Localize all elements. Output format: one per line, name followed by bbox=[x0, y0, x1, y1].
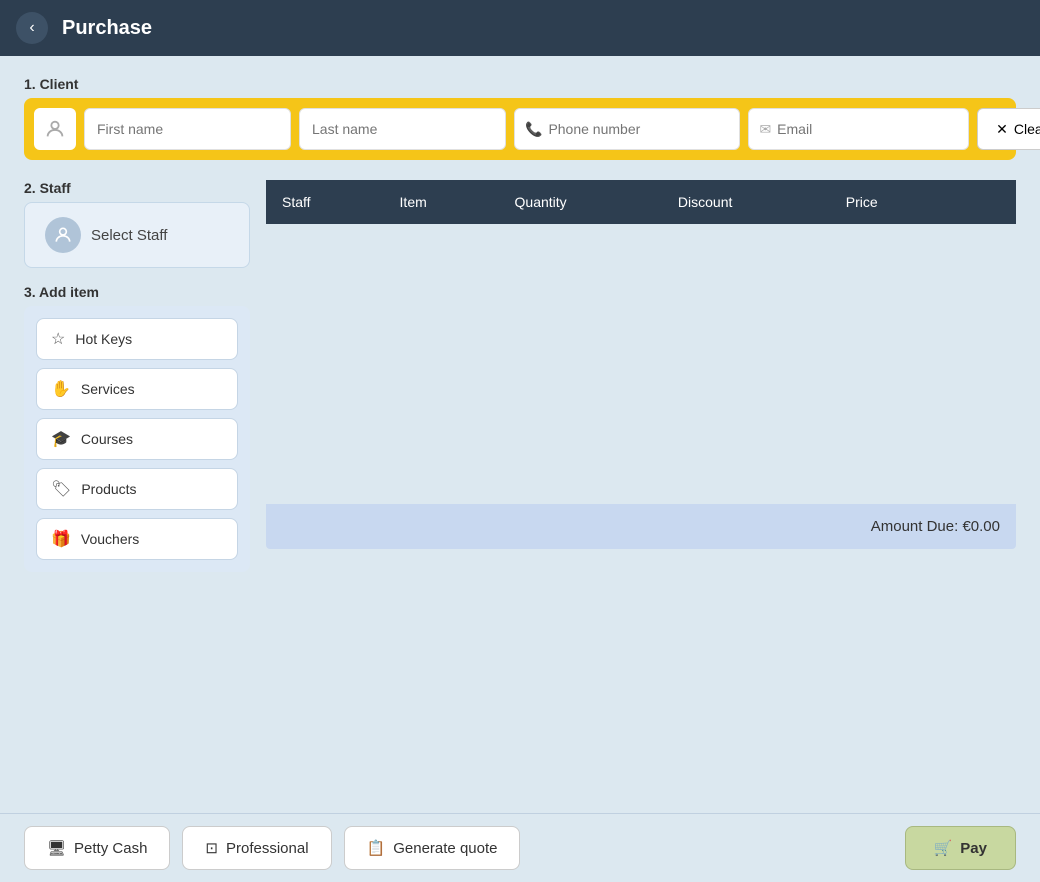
page-title: Purchase bbox=[62, 17, 152, 40]
select-staff-button[interactable]: Select Staff bbox=[24, 202, 250, 268]
col-price: Price bbox=[830, 180, 954, 224]
products-label: Products bbox=[81, 481, 136, 497]
client-bar: 📞 ✉ ✕ Clear » Walk in bbox=[24, 98, 1016, 160]
hot-keys-label: Hot Keys bbox=[75, 331, 132, 347]
left-panel: 2. Staff Select Staff 3. Add item bbox=[24, 180, 250, 572]
client-label: 1. Client bbox=[24, 76, 1016, 92]
right-panel: Staff Item Quantity Discount Price Amoun… bbox=[266, 180, 1016, 572]
generate-quote-icon: 📋 bbox=[367, 839, 386, 857]
footer: 🖥 Petty Cash ⊡ Professional 📋 Generate q… bbox=[0, 813, 1040, 882]
courses-button[interactable]: 🎓 Courses bbox=[36, 418, 238, 460]
hot-keys-icon: ☆ bbox=[51, 329, 65, 349]
add-item-label: 3. Add item bbox=[24, 284, 250, 300]
col-staff: Staff bbox=[266, 180, 384, 224]
pay-icon: 🛒 bbox=[934, 839, 953, 857]
hot-keys-button[interactable]: ☆ Hot Keys bbox=[36, 318, 238, 360]
purchase-table: Staff Item Quantity Discount Price bbox=[266, 180, 1016, 504]
professional-button[interactable]: ⊡ Professional bbox=[182, 826, 331, 870]
col-actions bbox=[954, 180, 1016, 224]
select-staff-label: Select Staff bbox=[91, 227, 167, 244]
amount-due: Amount Due: €0.00 bbox=[266, 504, 1016, 549]
client-section: 1. Client 📞 ✉ ✕ Clear bbox=[24, 76, 1016, 160]
vouchers-icon: 🎁 bbox=[51, 529, 71, 549]
staff-items-section: 2. Staff Select Staff 3. Add item bbox=[24, 180, 1016, 572]
email-input-wrapper: ✉ bbox=[748, 108, 969, 150]
products-icon: 🏷 bbox=[51, 479, 71, 499]
main-content: 1. Client 📞 ✉ ✕ Clear bbox=[0, 56, 1040, 813]
generate-quote-button[interactable]: 📋 Generate quote bbox=[344, 826, 521, 870]
email-input[interactable] bbox=[777, 121, 958, 137]
phone-input-wrapper: 📞 bbox=[514, 108, 740, 150]
back-button[interactable]: ‹ bbox=[16, 12, 48, 44]
pay-button[interactable]: 🛒 Pay bbox=[905, 826, 1016, 870]
email-icon: ✉ bbox=[759, 121, 771, 138]
add-item-buttons: ☆ Hot Keys ✋ Services 🎓 Courses 🏷 Produc… bbox=[24, 306, 250, 572]
petty-cash-icon: 🖥 bbox=[47, 839, 66, 857]
services-icon: ✋ bbox=[51, 379, 71, 399]
petty-cash-button[interactable]: 🖥 Petty Cash bbox=[24, 826, 170, 870]
clear-button[interactable]: ✕ Clear bbox=[977, 108, 1040, 150]
phone-input[interactable] bbox=[548, 121, 729, 137]
col-quantity: Quantity bbox=[499, 180, 662, 224]
vouchers-button[interactable]: 🎁 Vouchers bbox=[36, 518, 238, 560]
phone-icon: 📞 bbox=[525, 121, 542, 138]
last-name-input[interactable] bbox=[299, 108, 506, 150]
staff-avatar-icon bbox=[45, 217, 81, 253]
professional-icon: ⊡ bbox=[205, 839, 218, 857]
staff-section: 2. Staff Select Staff bbox=[24, 180, 250, 268]
courses-icon: 🎓 bbox=[51, 429, 71, 449]
header: ‹ Purchase bbox=[0, 0, 1040, 56]
first-name-input[interactable] bbox=[84, 108, 291, 150]
staff-label: 2. Staff bbox=[24, 180, 250, 196]
col-item: Item bbox=[384, 180, 499, 224]
client-avatar-icon bbox=[34, 108, 76, 150]
clear-x-icon: ✕ bbox=[996, 121, 1008, 138]
table-body bbox=[266, 224, 1016, 504]
courses-label: Courses bbox=[81, 431, 133, 447]
col-discount: Discount bbox=[662, 180, 830, 224]
products-button[interactable]: 🏷 Products bbox=[36, 468, 238, 510]
add-item-section: 3. Add item ☆ Hot Keys ✋ Services 🎓 Cour… bbox=[24, 284, 250, 572]
vouchers-label: Vouchers bbox=[81, 531, 139, 547]
services-label: Services bbox=[81, 381, 135, 397]
services-button[interactable]: ✋ Services bbox=[36, 368, 238, 410]
